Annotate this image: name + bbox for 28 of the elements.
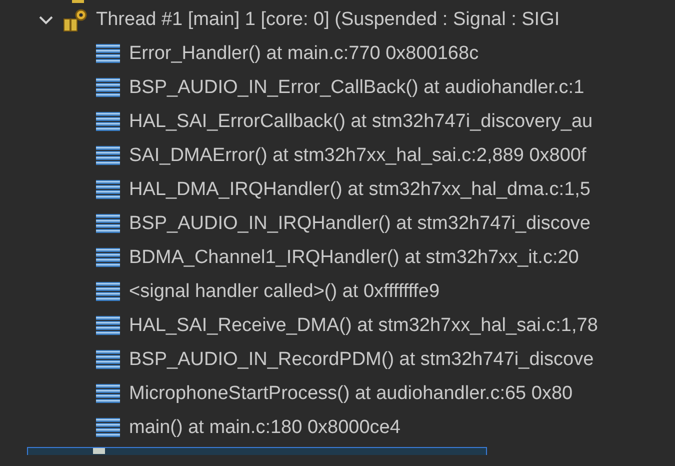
stack-frame-label[interactable]: HAL_SAI_ErrorCallback() at stm32h747i_discovery_au [129,111,593,133]
stack-frame-label[interactable]: BSP_AUDIO_IN_Error_CallBack() at audiohandler.c:1 [129,77,584,99]
stack-frame-label[interactable]: HAL_DMA_IRQHandler() at stm32h7xx_hal_dma.c:1,5 [129,179,590,201]
stack-frame-icon [96,213,120,235]
stack-frame-icon [96,383,120,405]
chevron-icon[interactable] [38,14,54,26]
stack-frame-label[interactable]: MicrophoneStartProcess() at audiohandler.c:65 0x80 [129,383,573,405]
stack-frame-label[interactable]: HAL_SAI_Receive_DMA() at stm32h7xx_hal_sai.c:1,78 [129,315,598,337]
thread-label[interactable]: Thread #1 [main] 1 [core: 0] (Suspended : Signal : SIGI [96,9,560,31]
stack-frame-icon [96,77,120,99]
stack-frame-icon [96,281,120,303]
stack-frame-label[interactable]: main() at main.c:180 0x8000ce4 [129,417,400,439]
stack-frame-label[interactable]: BDMA_Channel1_IRQHandler() at stm32h7xx_it.c:20 [129,247,579,269]
selected-row[interactable] [27,447,487,455]
stack-frame-icon [96,315,120,337]
stack-frame-icon [96,111,120,133]
stack-frame-icon [96,349,120,371]
stack-frame-label[interactable]: BSP_AUDIO_IN_IRQHandler() at stm32h747i_discove [129,213,590,235]
stack-frame-icon [96,145,120,167]
stack-frame-icon [96,179,120,201]
stack-frame-label[interactable]: <signal handler called>() at 0xfffffffe9 [129,281,440,303]
stack-frame-label[interactable]: BSP_AUDIO_IN_RecordPDM() at stm32h747i_discove [129,349,594,371]
stack-frame-icon [96,247,120,269]
stack-frame-label[interactable]: Error_Handler() at main.c:770 0x800168c [129,43,479,65]
stack-frame-label[interactable]: SAI_DMAError() at stm32h7xx_hal_sai.c:2,889 0x800f [129,145,586,167]
stack-frame-icon [96,43,120,65]
stack-frame-icon [96,417,120,439]
thread-gear-icon [62,7,88,33]
